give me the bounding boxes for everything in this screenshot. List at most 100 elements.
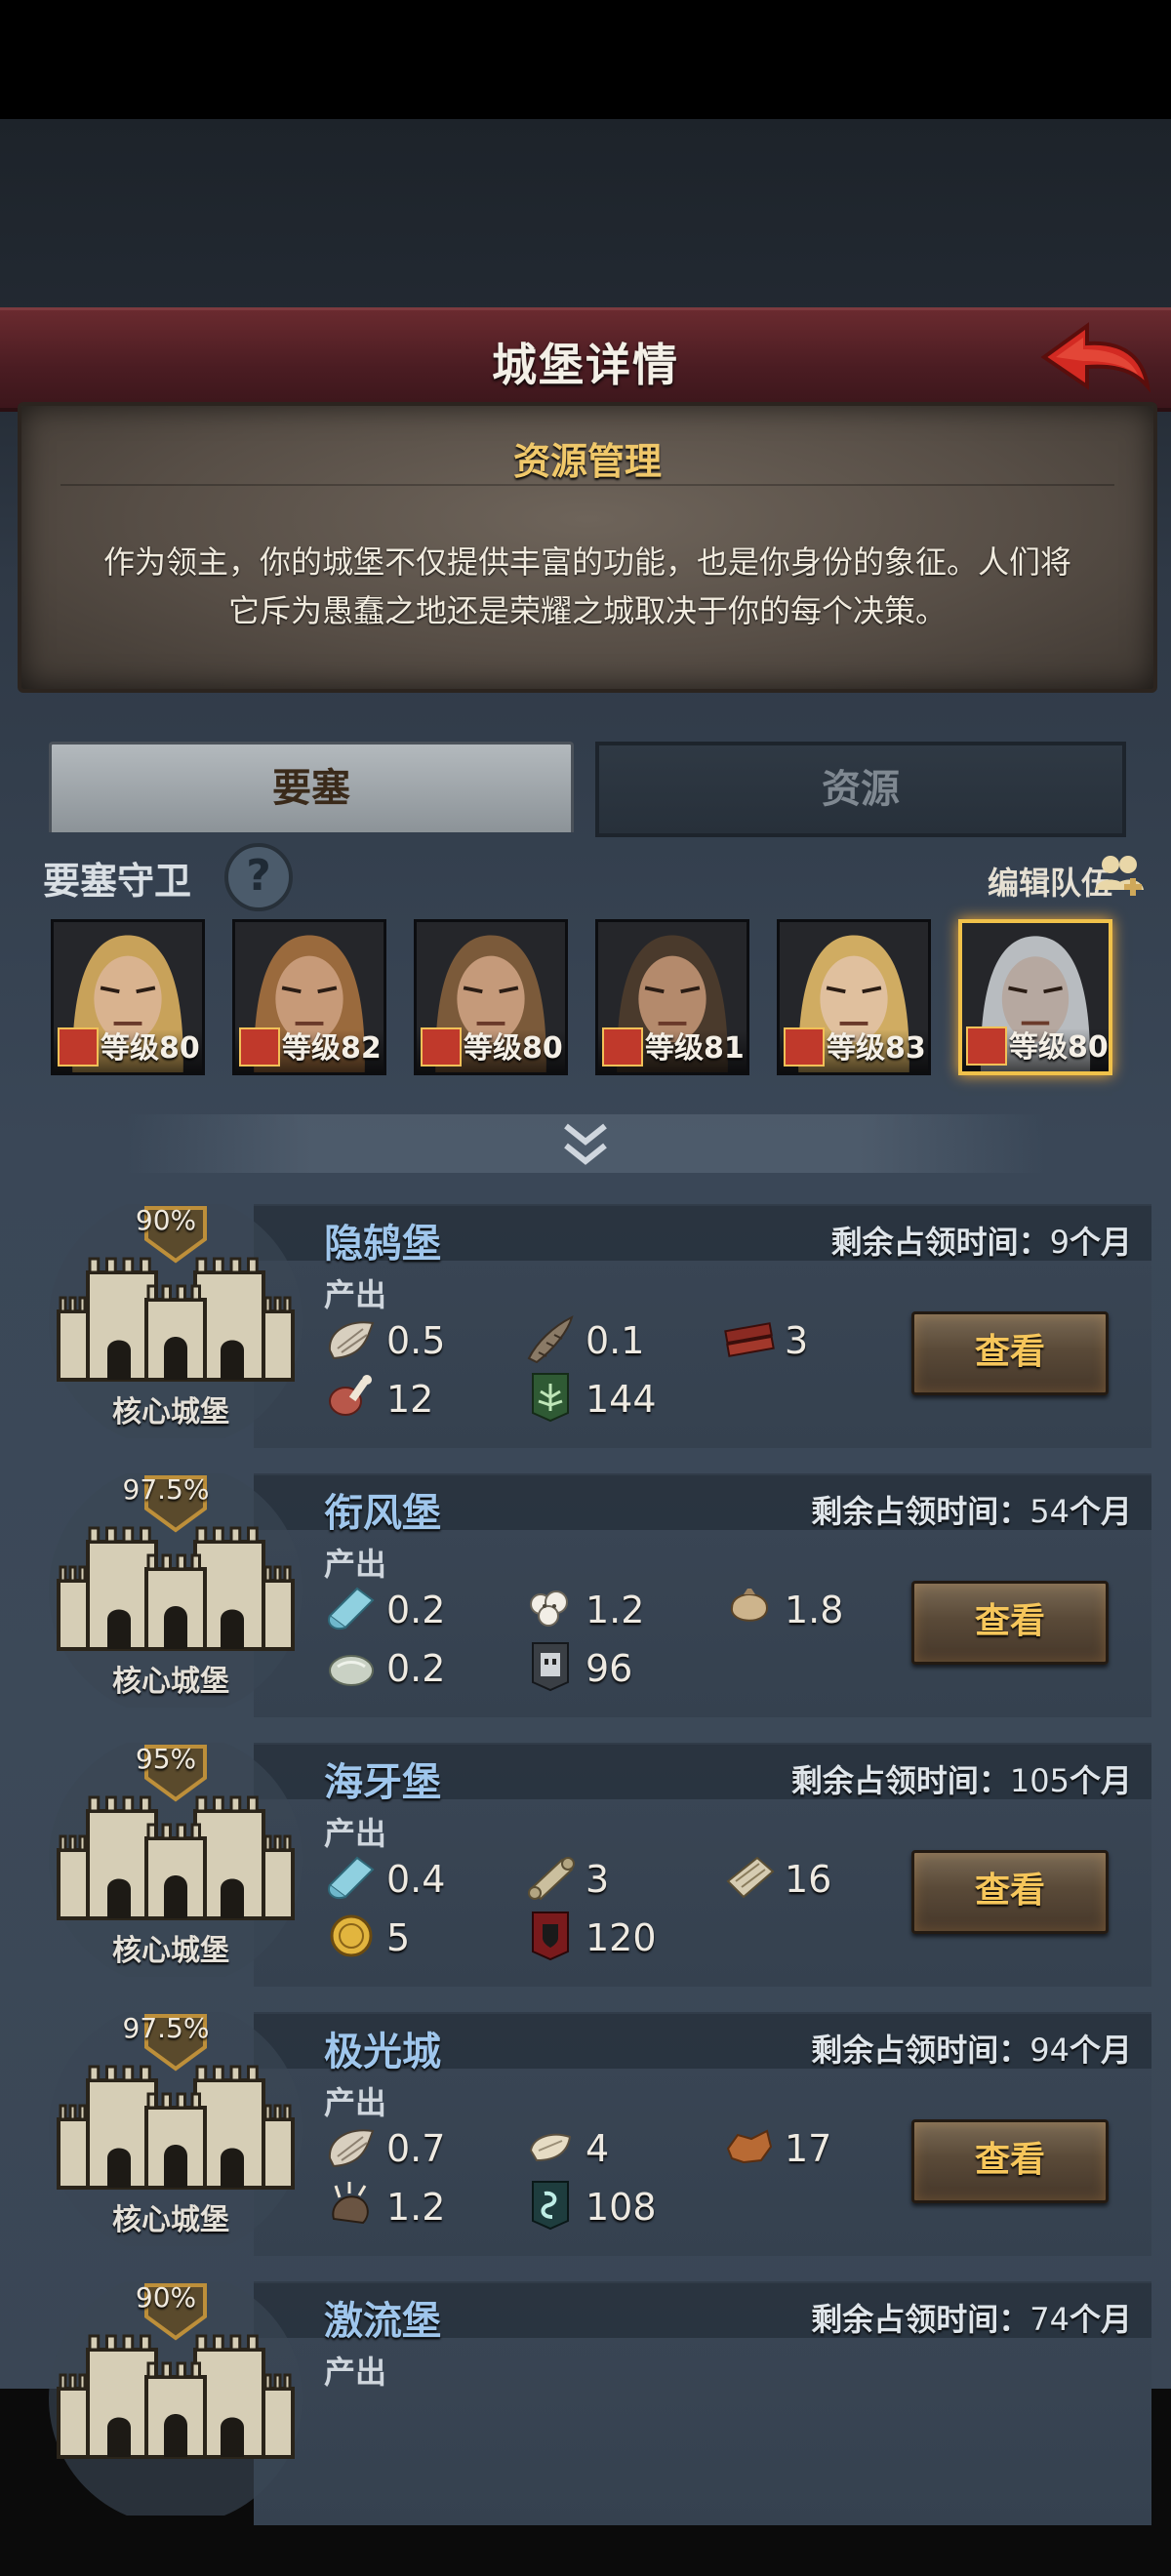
hero-card[interactable]: 等级80 — [958, 919, 1112, 1075]
occupation-label: 剩余占领时间： — [811, 2301, 1030, 2338]
castle-row: 97.5% 核心城堡 衔风堡 剩余占领时间：54个月 产出 0.2 1.2 1.8 0.2 96 查… — [39, 1473, 1151, 1717]
hide-icon — [523, 2121, 578, 2172]
capture-percent: 95% — [135, 1743, 197, 1775]
resource-value: 4 — [586, 2127, 610, 2170]
resource-value: 17 — [785, 2127, 832, 2170]
tab-bar: 要塞 资源 — [49, 742, 1126, 837]
guards-label: 要塞守卫 — [43, 860, 192, 903]
castle-row: 90% 核心城堡 隐鸫堡 剩余占领时间：9个月 产出 0.5 0.1 3 12 144 查看 — [39, 1204, 1151, 1448]
occupation-label: 剩余占领时间： — [811, 1493, 1030, 1530]
occupation-unit: 个月 — [1069, 2032, 1132, 2069]
wood-icon — [722, 1313, 777, 1364]
resource-value: 3 — [785, 1319, 809, 1362]
class-badge-icon — [421, 1027, 462, 1067]
tab-resources[interactable]: 资源 — [595, 742, 1126, 837]
resource-value: 120 — [586, 1916, 657, 1959]
castle-name[interactable]: 极光城 — [324, 2020, 441, 2076]
occupation-time: 剩余占领时间：54个月 — [811, 1487, 1132, 1532]
resource-value: 144 — [586, 1378, 657, 1421]
view-button[interactable]: 查看 — [911, 1581, 1109, 1665]
resource-value: 0.1 — [586, 1319, 645, 1362]
castle-row: 95% 核心城堡 海牙堡 剩余占领时间：105个月产出 0.4 3 16 5 120 查看 — [39, 1743, 1151, 1987]
castle-name[interactable]: 激流堡 — [324, 2289, 441, 2346]
hero-level: 等级80 — [464, 1031, 563, 1066]
stone-icon — [324, 1641, 379, 1692]
castle-name[interactable]: 衔风堡 — [324, 1481, 441, 1538]
hero-level: 等级80 — [101, 1031, 200, 1066]
resource-value: 108 — [586, 2186, 657, 2229]
occupation-months: 9 — [1049, 1224, 1070, 1261]
header-bar: 城堡详情 — [0, 307, 1171, 412]
info-text-line: 作为领主，你的城堡不仅提供丰富的功能，也是你身份的象征。人们将 — [102, 543, 1071, 581]
cloth-icon — [324, 1583, 379, 1633]
view-button[interactable]: 查看 — [911, 2119, 1109, 2203]
core-castle-label: 核心城堡 — [112, 1665, 229, 1699]
resource-value: 1.8 — [785, 1589, 844, 1631]
resource-value: 1.2 — [586, 1589, 645, 1631]
hero-level: 等级82 — [282, 1031, 382, 1066]
leather-icon — [722, 2121, 777, 2172]
meat-icon — [324, 1372, 379, 1423]
core-castle-label: 核心城堡 — [112, 2203, 229, 2237]
info-title: 资源管理 — [512, 440, 662, 483]
occupation-time: 剩余占领时间：74个月 — [811, 2295, 1132, 2340]
horn-icon — [523, 1313, 578, 1364]
class-badge-icon — [58, 1027, 99, 1067]
banner-mask-icon — [523, 1641, 578, 1692]
hero-card[interactable]: 等级80 — [414, 919, 568, 1075]
resource-value: 0.4 — [386, 1858, 446, 1901]
hero-card[interactable]: 等级81 — [595, 919, 749, 1075]
resource-value: 0.5 — [386, 1319, 446, 1362]
resource-value: 16 — [785, 1858, 832, 1901]
capture-percent: 97.5% — [122, 1473, 210, 1506]
info-divider — [61, 484, 1114, 486]
capture-percent: 97.5% — [122, 2012, 210, 2044]
hero-card[interactable]: 等级82 — [232, 919, 386, 1075]
tab-fortress[interactable]: 要塞 — [49, 742, 574, 832]
resource-value: 3 — [586, 1858, 610, 1901]
resource-value: 1.2 — [386, 2186, 446, 2229]
hero-level: 等级80 — [1009, 1030, 1109, 1065]
occupation-months: 54 — [1030, 1493, 1070, 1530]
view-button[interactable]: 查看 — [911, 1311, 1109, 1395]
resource-value: 0.2 — [386, 1647, 446, 1690]
banner-tree-icon — [523, 1372, 578, 1423]
help-icon[interactable]: ? — [224, 843, 293, 911]
core-castle-label: 核心城堡 — [112, 1395, 229, 1429]
status-bar — [0, 0, 1171, 119]
occupation-unit: 个月 — [1069, 1762, 1132, 1799]
cotton-icon — [523, 1583, 578, 1633]
class-badge-icon — [784, 1027, 825, 1067]
castle-row: 90% 激流堡 剩余占领时间：74个月 产出 — [39, 2281, 1151, 2525]
occupation-months: 74 — [1030, 2301, 1070, 2338]
back-button[interactable] — [1036, 318, 1153, 398]
occupation-unit: 个月 — [1069, 1493, 1132, 1530]
occupation-time: 剩余占领时间：9个月 — [831, 1218, 1132, 1263]
hero-card[interactable]: 等级83 — [777, 919, 931, 1075]
occupation-time: 剩余占领时间：105个月 — [791, 1756, 1132, 1801]
resource-value: 12 — [386, 1378, 434, 1421]
resource-value: 96 — [586, 1647, 633, 1690]
team-edit-icon[interactable] — [1091, 849, 1146, 904]
occupation-label: 剩余占领时间： — [811, 2032, 1030, 2069]
occupation-unit: 个月 — [1069, 1224, 1132, 1261]
double-chevron-down-icon[interactable] — [558, 1120, 613, 1171]
castle-name[interactable]: 隐鸫堡 — [324, 1212, 441, 1268]
info-text-line: 它斥为愚蠢之地还是荣耀之城取决于你的每个决策。 — [227, 592, 947, 629]
occupation-months: 105 — [1009, 1762, 1070, 1799]
sack-icon — [722, 1583, 777, 1633]
output-label: 产出 — [324, 1276, 387, 1313]
output-label: 产出 — [324, 1815, 387, 1852]
hero-list: 等级80 等级82 等级80 等级81 等级83 等级80 — [51, 919, 1124, 1079]
resource-value: 5 — [386, 1916, 411, 1959]
class-badge-icon — [239, 1027, 280, 1067]
castle-name[interactable]: 海牙堡 — [324, 1751, 441, 1807]
banner-shield-icon — [523, 1911, 578, 1961]
parchment-icon — [722, 1852, 777, 1903]
core-castle-label: 核心城堡 — [112, 1934, 229, 1968]
view-button[interactable]: 查看 — [911, 1850, 1109, 1934]
castle-row: 97.5% 核心城堡 极光城 剩余占领时间：94个月 产出 0.7 4 17 1.2 108 查看 — [39, 2012, 1151, 2256]
resource-value: 0.2 — [386, 1589, 446, 1631]
hero-card[interactable]: 等级80 — [51, 919, 205, 1075]
claw-icon — [324, 2180, 379, 2231]
